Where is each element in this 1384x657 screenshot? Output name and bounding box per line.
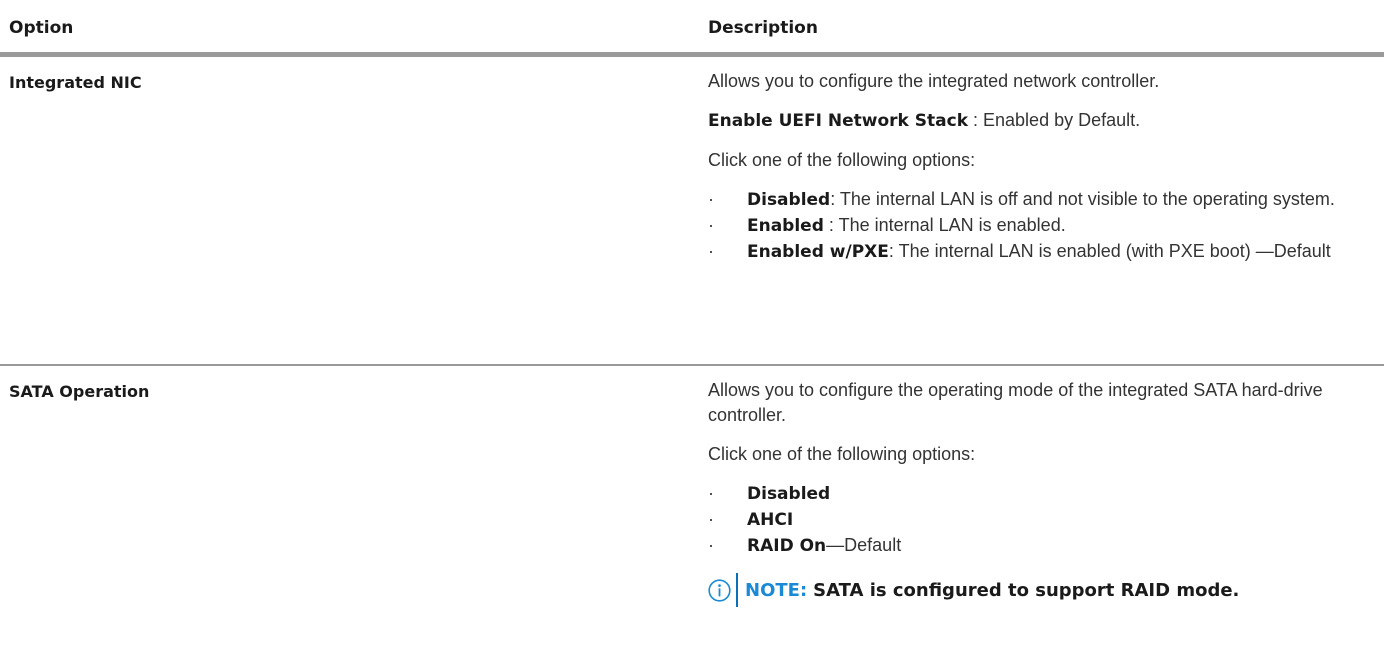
- option-value-text: —Default: [826, 535, 902, 555]
- note-callout: NOTE: SATA is configured to support RAID…: [708, 573, 1384, 607]
- bullet: ·: [708, 189, 714, 209]
- list-item: · Enabled w/PXE: The internal LAN is ena…: [708, 239, 1384, 265]
- note-divider: [736, 573, 738, 607]
- bullet: ·: [708, 509, 714, 529]
- option-value-text: : The internal LAN is off and not visibl…: [830, 189, 1335, 209]
- option-value-name: RAID On: [747, 536, 827, 556]
- option-value-text: : The internal LAN is enabled.: [823, 215, 1066, 235]
- option-name: SATA Operation: [9, 382, 150, 401]
- note-text: SATA is configured to support RAID mode.: [813, 579, 1240, 601]
- option-value-name: AHCI: [747, 510, 794, 530]
- option-list: · Disabled: The internal LAN is off and …: [708, 187, 1384, 265]
- table-header: Option Description: [0, 0, 1384, 57]
- bullet: ·: [708, 241, 714, 261]
- option-name: Integrated NIC: [9, 73, 142, 92]
- option-value-name: Enabled: [747, 216, 824, 236]
- list-item: · Disabled: [708, 481, 1384, 507]
- options-prompt: Click one of the following options:: [708, 444, 976, 464]
- list-item: · AHCI: [708, 507, 1384, 533]
- description-intro: Allows you to configure the integrated n…: [708, 71, 1160, 91]
- description-intro: Allows you to configure the operating mo…: [708, 380, 1323, 425]
- table-row: SATA Operation Allows you to configure t…: [0, 366, 1384, 656]
- description-cell: Allows you to configure the integrated n…: [708, 69, 1384, 279]
- option-value-name: Disabled: [747, 484, 831, 504]
- list-item: · Enabled : The internal LAN is enabled.: [708, 213, 1384, 239]
- list-item: · Disabled: The internal LAN is off and …: [708, 187, 1384, 213]
- network-stack-value: : Enabled by Default.: [968, 110, 1141, 130]
- option-value-text: : The internal LAN is enabled (with PXE …: [888, 241, 1331, 261]
- options-prompt: Click one of the following options:: [708, 150, 976, 170]
- column-header-description: Description: [708, 18, 818, 38]
- option-value-name: Enabled w/PXE: [747, 242, 889, 262]
- table-row: Integrated NIC Allows you to configure t…: [0, 57, 1384, 366]
- info-icon: [708, 578, 731, 602]
- network-stack-label: Enable UEFI Network Stack: [708, 111, 969, 131]
- description-cell: Allows you to configure the operating mo…: [708, 378, 1384, 607]
- option-list: · Disabled · AHCI · RAID On—Default: [708, 481, 1384, 559]
- column-header-option: Option: [9, 18, 74, 38]
- note-label: NOTE:: [745, 579, 808, 601]
- bullet: ·: [708, 535, 714, 555]
- bios-options-table: Option Description Integrated NIC Allows…: [0, 0, 1384, 656]
- bullet: ·: [708, 215, 714, 235]
- network-stack-line: Enable UEFI Network Stack : Enabled by D…: [708, 108, 1384, 134]
- option-value-name: Disabled: [747, 190, 831, 210]
- list-item: · RAID On—Default: [708, 533, 1384, 559]
- bullet: ·: [708, 483, 714, 503]
